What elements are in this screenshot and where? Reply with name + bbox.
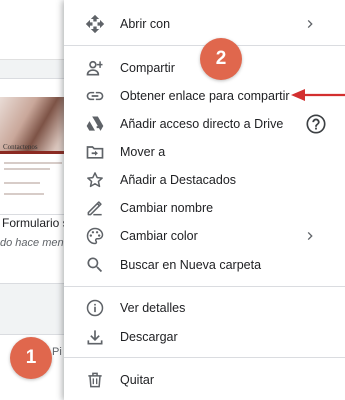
step-1-badge: 1 [10,337,52,379]
step-2-badge: 2 [200,38,242,80]
download-icon [85,327,105,347]
menu-item-open-with[interactable]: Abrir con [64,10,345,38]
pencil-icon [85,198,105,218]
drive-shortcut-icon [85,114,105,134]
info-icon [85,298,105,318]
menu-item-label: Cambiar nombre [120,201,214,215]
person-add-icon [85,58,105,78]
menu-item-label: Buscar en Nueva carpeta [120,258,262,272]
menu-item-label: Compartir [120,61,175,75]
menu-item-label: Cambiar color [120,229,198,243]
menu-item-label: Añadir acceso directo a Drive [120,117,284,131]
menu-item-label: Quitar [120,373,155,387]
file-title[interactable]: Formulario si [2,216,71,230]
menu-item-add-starred[interactable]: Añadir a Destacados [64,166,345,194]
move-to-folder-icon [85,142,105,162]
help-icon[interactable] [305,113,327,135]
menu-divider [64,286,345,287]
menu-item-download[interactable]: Descargar [64,323,345,351]
link-icon [85,86,105,106]
search-icon [85,255,105,275]
bottom-card-text: Pi [52,346,62,358]
menu-item-add-shortcut[interactable]: Añadir acceso directo a Drive [64,110,345,138]
menu-item-change-color[interactable]: Cambiar color [64,222,345,250]
form-card-title: Contactenos [3,143,38,151]
file-subtitle: do hace meno [0,237,70,249]
form-text-line [4,162,62,164]
menu-divider [64,357,345,358]
menu-item-view-details[interactable]: Ver detalles [64,294,345,322]
chevron-right-icon [307,20,313,28]
move-arrows-icon [85,14,105,34]
menu-item-move-to[interactable]: Mover a [64,138,345,166]
menu-item-label: Añadir a Destacados [120,173,237,187]
form-text-line [4,182,40,184]
menu-item-label: Obtener enlace para compartir [120,89,290,103]
menu-item-label: Abrir con [120,17,171,31]
palette-icon [85,226,105,246]
star-icon [85,170,105,190]
menu-item-label: Mover a [120,145,166,159]
drive-top-bar [0,0,70,60]
menu-item-label: Descargar [120,330,178,344]
red-arrow-annotation [291,89,345,101]
menu-item-rename[interactable]: Cambiar nombre [64,194,345,222]
form-text-line [4,168,50,170]
menu-item-search-folder[interactable]: Buscar en Nueva carpeta [64,251,345,279]
trash-icon [85,370,105,390]
form-text-line [4,193,44,195]
chevron-right-icon [307,232,313,240]
menu-item-label: Ver detalles [120,301,186,315]
menu-item-remove[interactable]: Quitar [64,366,345,394]
